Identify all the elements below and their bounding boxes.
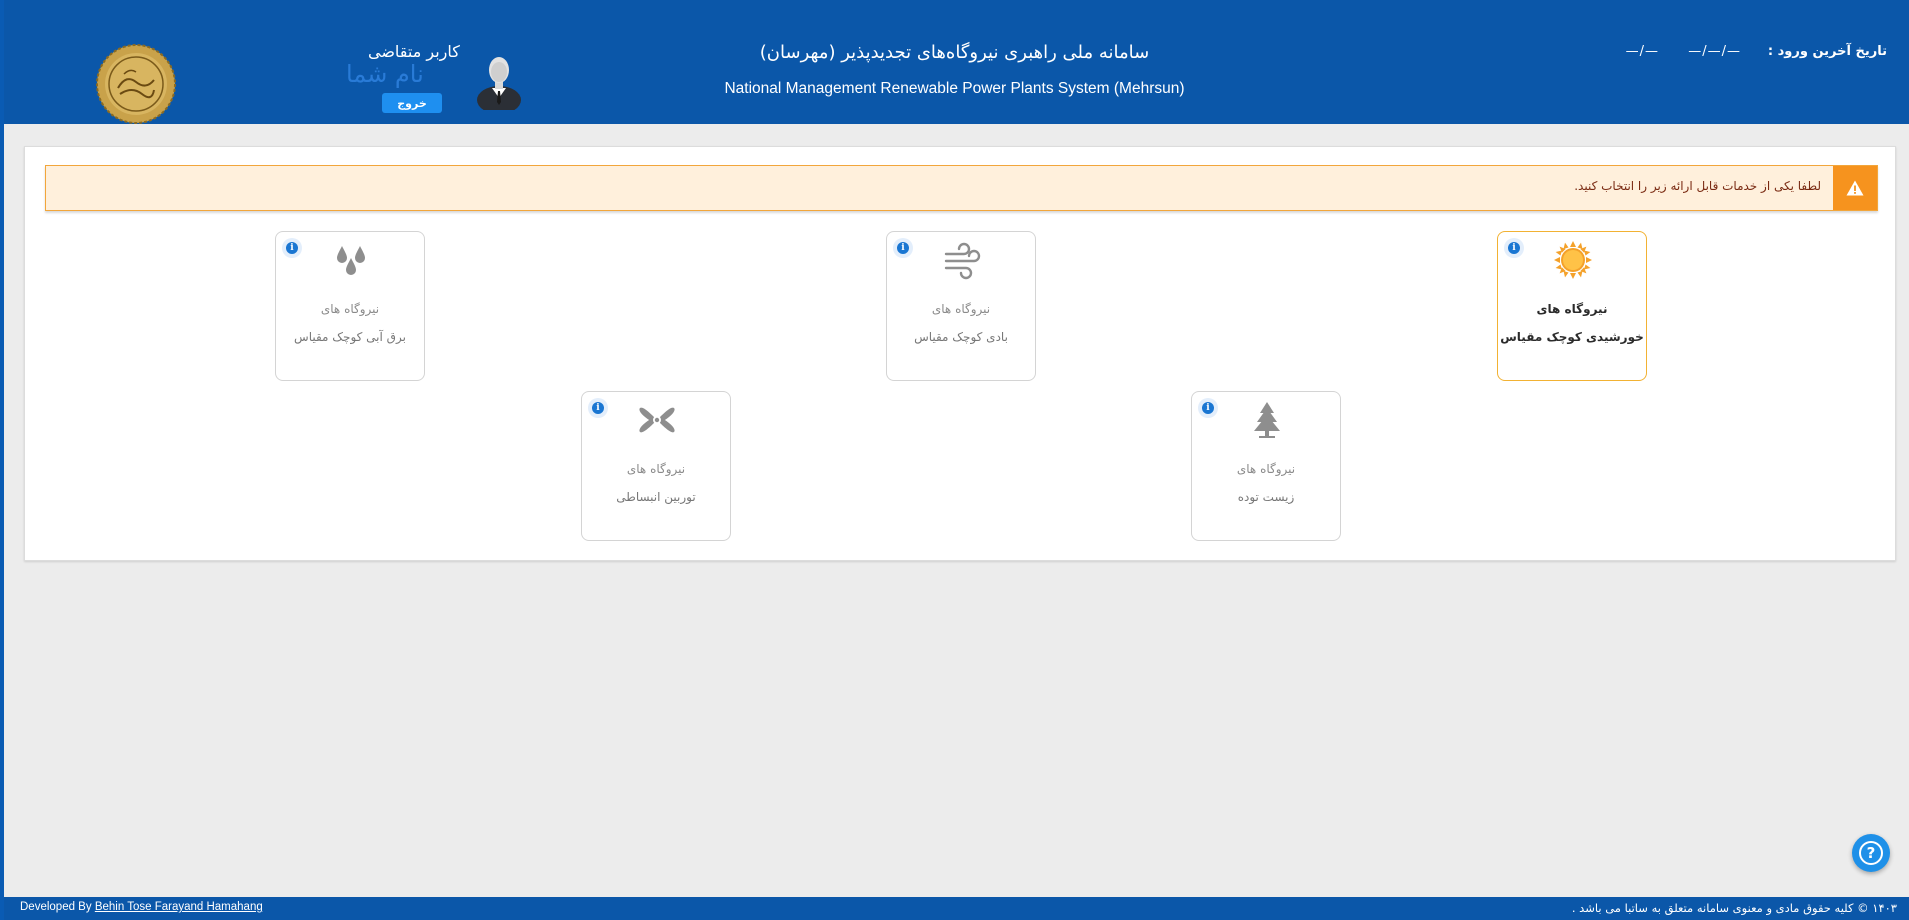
page-title-en: National Management Renewable Power Plan…: [724, 80, 1185, 97]
water-drops-icon: [337, 246, 365, 275]
card-title-line1: نیروگاه های: [931, 302, 991, 316]
info-icon[interactable]: i: [1504, 238, 1524, 258]
sun-icon: [1554, 241, 1592, 279]
turbine-fan-icon: [639, 407, 675, 433]
info-icon[interactable]: i: [282, 238, 302, 258]
card-title-line1: نیروگاه های: [1236, 462, 1296, 476]
card-title-line2: زیست توده: [1237, 490, 1295, 504]
left-edge-bar: [0, 0, 4, 920]
developer-credit: Developed By Behin Tose Farayand Hamahan…: [20, 901, 263, 913]
developed-by-label: Developed By: [20, 901, 92, 913]
card-title-line2: بادی کوچک مقیاس: [914, 330, 1008, 344]
service-card-hydro[interactable]: i نیروگاه های برق آبی کوچک مقیاس: [275, 231, 425, 381]
wind-icon: [944, 242, 981, 280]
logout-button[interactable]: خروج: [382, 93, 442, 113]
card-title-line1: نیروگاه های: [1536, 302, 1608, 316]
card-title-line2: توربین انبساطی: [616, 490, 696, 504]
service-card-biomass[interactable]: i نیروگاه های زیست توده: [1191, 391, 1341, 541]
user-role: کاربر متقاضی: [368, 42, 460, 61]
card-title-line1: نیروگاه های: [626, 462, 686, 476]
help-icon: ?: [1859, 841, 1883, 865]
info-icon[interactable]: i: [1198, 398, 1218, 418]
developer-link[interactable]: Behin Tose Farayand Hamahang: [95, 901, 263, 913]
user-avatar-icon: [477, 57, 521, 110]
notice-alert: لطفا یکی از خدمات قابل ارائه زیر را انتخ…: [45, 165, 1878, 211]
alert-text: لطفا یکی از خدمات قابل ارائه زیر را انتخ…: [1574, 179, 1821, 193]
help-button[interactable]: ?: [1852, 834, 1890, 872]
header: تاریخ آخرین ورود : —/—/— —/— سامانه ملی …: [0, 0, 1909, 124]
info-icon[interactable]: i: [893, 238, 913, 258]
tree-icon: [1254, 402, 1280, 438]
warning-icon: [1846, 180, 1864, 196]
card-title-line2: خورشیدی کوچک مقیاس: [1500, 330, 1644, 344]
footer: Developed By Behin Tose Farayand Hamahan…: [0, 897, 1909, 920]
service-card-wind[interactable]: i نیروگاه های بادی کوچک مقیاس: [886, 231, 1036, 381]
alert-icon-box: [1833, 166, 1877, 210]
main-panel: لطفا یکی از خدمات قابل ارائه زیر را انتخ…: [24, 146, 1896, 561]
page-title-fa: سامانه ملی راهبری نیروگاه‌های تجدیدپذیر …: [759, 42, 1150, 63]
card-title-line2: برق آبی کوچک مقیاس: [294, 330, 406, 344]
card-title-line1: نیروگاه های: [320, 302, 380, 316]
ministry-seal-icon: [96, 44, 176, 124]
info-icon[interactable]: i: [588, 398, 608, 418]
service-card-solar[interactable]: i نیروگاه های خورشیدی کوچک مقیاس: [1497, 231, 1647, 381]
copyright-text: ۱۴۰۳ © کلیه حقوق مادی و معنوی سامانه متع…: [1571, 901, 1897, 915]
user-name: نام شما: [346, 60, 424, 88]
service-card-turbine[interactable]: i نیروگاه های توربین انبساطی: [581, 391, 731, 541]
